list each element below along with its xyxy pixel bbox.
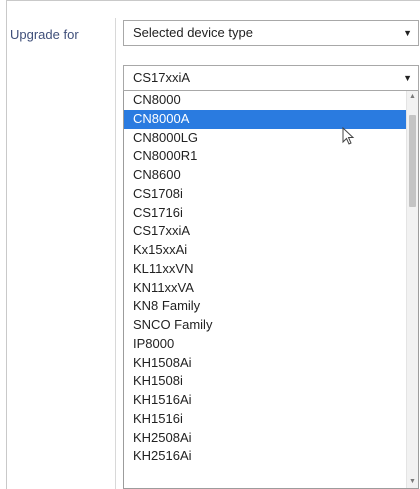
label-column-divider	[115, 18, 116, 489]
upgrade-scope-value: Selected device type	[133, 25, 253, 40]
dropdown-option[interactable]: CS1708i	[124, 185, 406, 204]
mouse-pointer-icon	[342, 127, 355, 145]
device-type-value: CS17xxiA	[133, 70, 191, 85]
dropdown-option[interactable]: KH2508Ai	[124, 429, 406, 448]
dropdown-option[interactable]: CN8000	[124, 91, 406, 110]
dropdown-option[interactable]: KH1516i	[124, 410, 406, 429]
dropdown-option[interactable]: KL11xxVN	[124, 260, 406, 279]
dropdown-option[interactable]: IP8000	[124, 335, 406, 354]
device-type-select[interactable]: CS17xxiA ▼	[123, 65, 419, 91]
chevron-down-icon: ▼	[403, 28, 412, 38]
dropdown-option[interactable]: KN11xxVA	[124, 279, 406, 298]
dropdown-scrollbar[interactable]: ▲ ▼	[406, 91, 418, 488]
scrollbar-thumb[interactable]	[409, 115, 416, 207]
upgrade-for-label: Upgrade for	[10, 27, 79, 42]
upgrade-scope-select[interactable]: Selected device type ▼	[123, 20, 419, 46]
dropdown-option[interactable]: CS17xxiA	[124, 222, 406, 241]
dropdown-option[interactable]: CN8000LG	[124, 129, 406, 148]
dropdown-option[interactable]: KH1508i	[124, 372, 406, 391]
chevron-down-icon: ▼	[403, 73, 412, 83]
dropdown-option[interactable]: KH1516Ai	[124, 391, 406, 410]
dropdown-option[interactable]: KH1508Ai	[124, 354, 406, 373]
dropdown-option[interactable]: CS1716i	[124, 204, 406, 223]
dropdown-option[interactable]: SNCO Family	[124, 316, 406, 335]
scroll-up-arrow-icon[interactable]: ▲	[407, 91, 418, 103]
dropdown-option[interactable]: CN8000A	[124, 109, 406, 129]
dropdown-option[interactable]: KN8 Family	[124, 297, 406, 316]
dropdown-option[interactable]: Kx15xxAi	[124, 241, 406, 260]
dropdown-option[interactable]: KH2516Ai	[124, 447, 406, 466]
dropdown-option[interactable]: CN8000R1	[124, 147, 406, 166]
scroll-down-arrow-icon[interactable]: ▼	[407, 476, 418, 488]
dropdown-option[interactable]: CN8600	[124, 166, 406, 185]
device-type-dropdown-list[interactable]: CN8000 CN8000A CN8000LG CN8000R1 CN8600 CS170…	[123, 91, 419, 489]
